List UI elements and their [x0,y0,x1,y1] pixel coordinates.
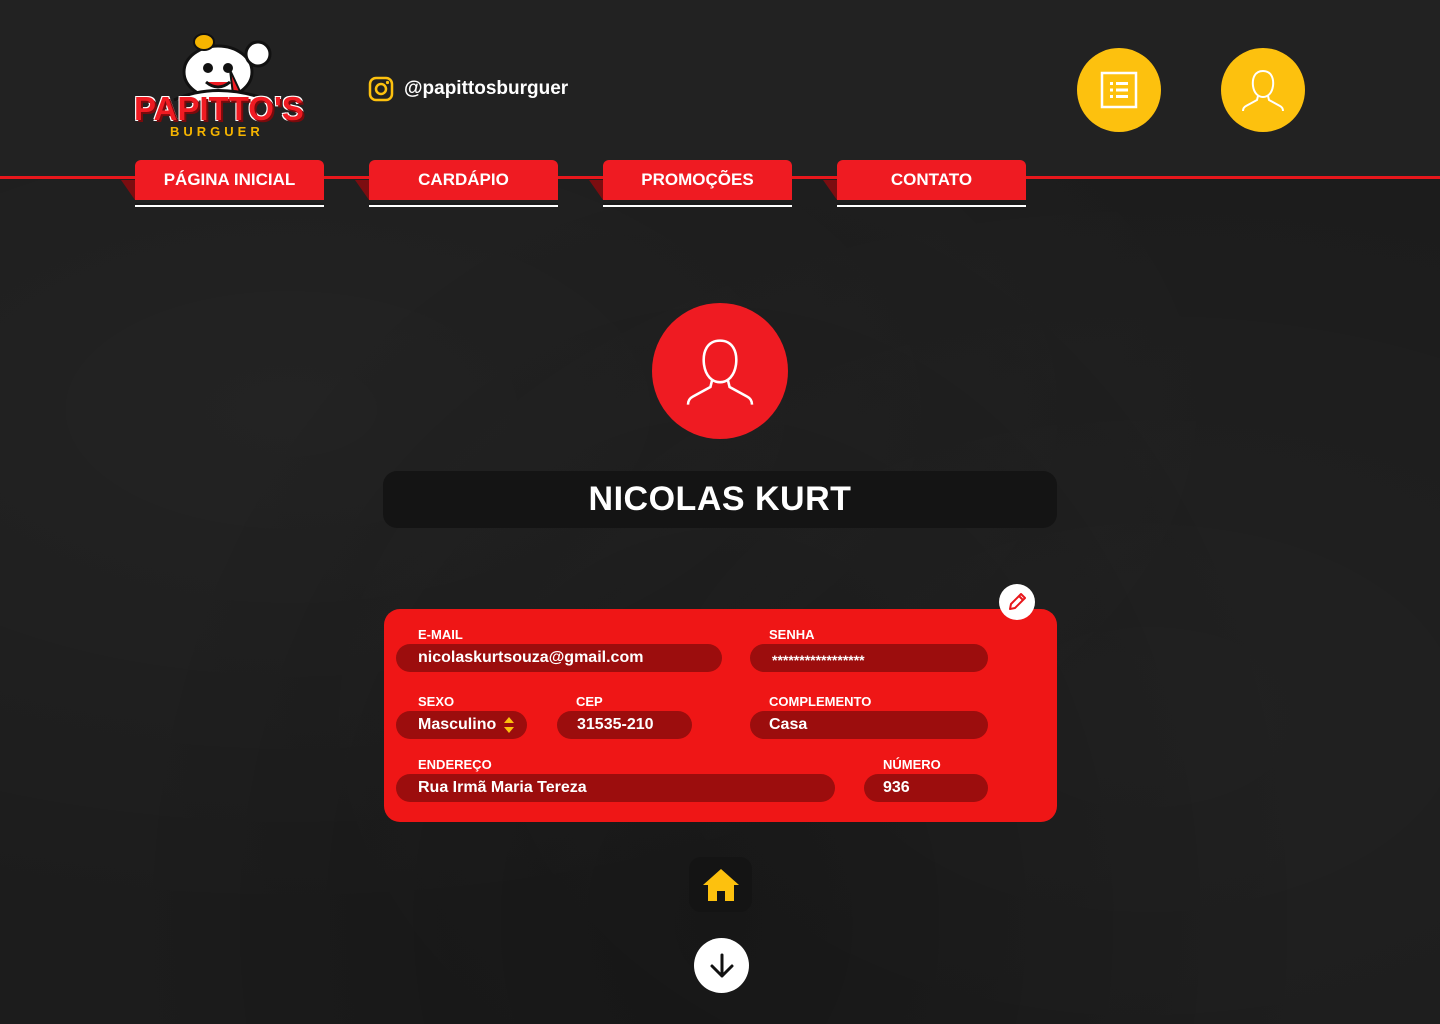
nav-home[interactable]: PÁGINA INICIAL [121,160,324,208]
home-icon [702,868,739,901]
pencil-icon [1009,593,1026,610]
complement-field[interactable]: Casa [750,711,988,739]
address-field[interactable]: Rua Irmã Maria Tereza [396,774,835,802]
user-icon [686,339,754,405]
nav-label: PÁGINA INICIAL [135,160,324,200]
password-label: SENHA [769,627,815,642]
nav-contact[interactable]: CONTATO [823,160,1026,208]
list-icon [1100,71,1138,109]
nav-label: CONTATO [837,160,1026,200]
number-label: NÚMERO [883,757,941,772]
logo-subtitle: BURGUER [170,124,264,139]
scroll-down-button[interactable] [694,938,749,993]
logo-title: PAPITTO'S [134,90,304,127]
nav-underline [369,203,558,207]
sex-select[interactable]: Masculino [396,711,527,739]
user-icon [1242,69,1284,112]
password-field[interactable]: ***************** [750,644,988,672]
instagram-handle: @papittosburguer [404,78,569,99]
nav-fold [823,180,837,200]
complement-label: COMPLEMENTO [769,694,872,709]
sex-value: Masculino [418,716,497,733]
nav-fold [121,180,135,200]
sex-label: SEXO [418,694,455,709]
profile-name-bar: NICOLAS KURT [383,471,1057,528]
home-button[interactable] [689,857,752,912]
nav-fold [589,180,603,200]
cep-label: CEP [576,694,603,709]
address-label: ENDEREÇO [418,757,492,772]
nav-label: CARDÁPIO [369,160,558,200]
instagram-link[interactable]: @papittosburguer [368,76,568,102]
edit-profile-button[interactable] [999,584,1035,620]
nav-underline [603,203,792,207]
nav-menu[interactable]: CARDÁPIO [355,160,558,208]
account-button[interactable] [1221,48,1305,132]
profile-name: NICOLAS KURT [588,480,852,518]
email-label: E-MAIL [418,627,463,642]
profile-avatar[interactable] [652,303,788,439]
nav-underline [135,203,324,207]
email-field[interactable]: nicolaskurtsouza@gmail.com [396,644,722,672]
select-arrows-icon [504,717,514,733]
arrow-down-icon [710,953,733,977]
number-field[interactable]: 936 [864,774,988,802]
nav-underline [837,203,1026,207]
cep-field[interactable]: 31535-210 [557,711,692,739]
nav-label: PROMOÇÕES [603,160,792,200]
instagram-icon [368,76,394,102]
brand-logo[interactable]: PAPITTO'S BURGUER [134,30,314,140]
profile-info-card: E-MAIL nicolaskurtsouza@gmail.com SENHA … [384,609,1057,822]
nav-fold [355,180,369,200]
orders-button[interactable] [1077,48,1161,132]
nav-promotions[interactable]: PROMOÇÕES [589,160,792,208]
